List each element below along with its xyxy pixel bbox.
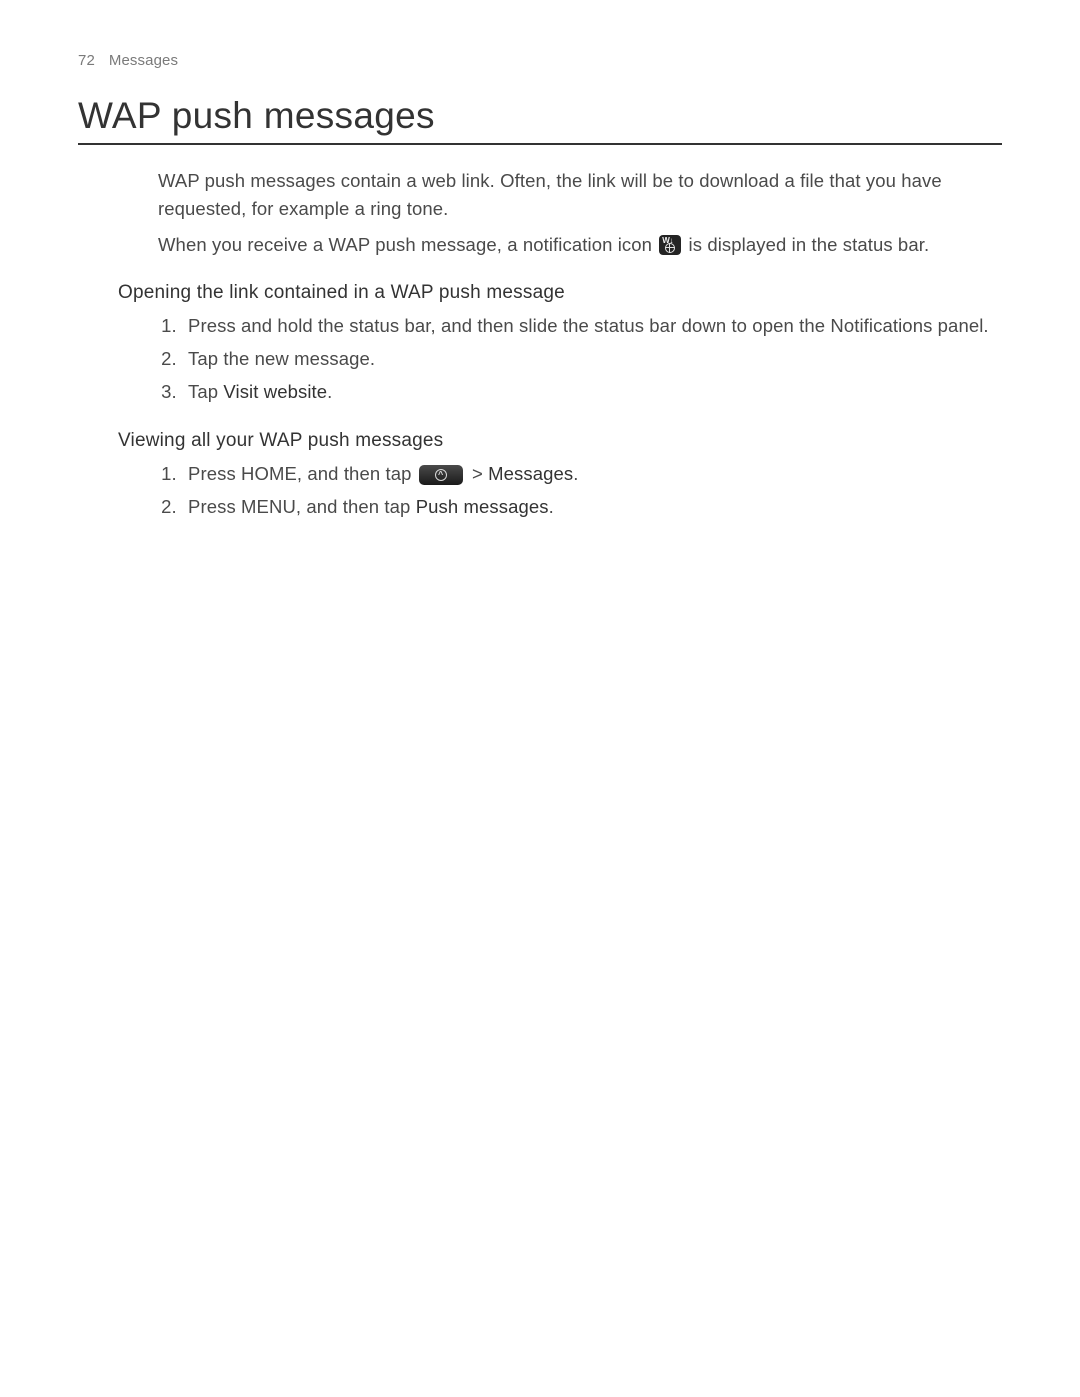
step-item: Press HOME, and then tap > Messages. xyxy=(182,460,1002,489)
step-text-tail: . xyxy=(549,496,554,517)
steps-viewing-all: Press HOME, and then tap > Messages. Pre… xyxy=(158,460,1002,521)
step-text: Press HOME, and then tap xyxy=(188,463,417,484)
steps-opening-link: Press and hold the status bar, and then … xyxy=(158,312,1002,406)
step-text: Tap xyxy=(188,381,223,402)
chapter-name: Messages xyxy=(109,52,178,69)
step-item: Press and hold the status bar, and then … xyxy=(182,312,1002,341)
subheading-viewing-all: Viewing all your WAP push messages xyxy=(118,430,1002,452)
content-body: WAP push messages contain a web link. Of… xyxy=(78,149,1002,522)
step-item: Tap Visit website. xyxy=(182,378,1002,407)
visit-website-label: Visit website xyxy=(223,381,327,402)
step-text: Press MENU, and then tap xyxy=(188,496,416,517)
page-number: 72 xyxy=(78,52,95,69)
step-text-tail: . xyxy=(573,463,578,484)
intro-text-after-icon: is displayed in the status bar. xyxy=(683,234,929,255)
intro-text-before-icon: When you receive a WAP push message, a n… xyxy=(158,234,657,255)
all-apps-icon xyxy=(419,465,463,485)
document-page: 72 Messages WAP push messages WAP push m… xyxy=(0,0,1080,1397)
push-messages-label: Push messages xyxy=(416,496,549,517)
messages-label: Messages xyxy=(488,463,573,484)
step-text-tail: . xyxy=(327,381,332,402)
subheading-opening-link: Opening the link contained in a WAP push… xyxy=(118,282,1002,304)
step-text-gt: > xyxy=(467,463,488,484)
page-header: 72 Messages xyxy=(78,52,1002,69)
wap-notification-icon xyxy=(659,235,681,255)
page-title: WAP push messages xyxy=(78,95,1002,145)
step-item: Press MENU, and then tap Push messages. xyxy=(182,493,1002,522)
intro-paragraph-2: When you receive a WAP push message, a n… xyxy=(158,231,1002,259)
intro-paragraph-1: WAP push messages contain a web link. Of… xyxy=(158,167,1002,223)
step-item: Tap the new message. xyxy=(182,345,1002,374)
